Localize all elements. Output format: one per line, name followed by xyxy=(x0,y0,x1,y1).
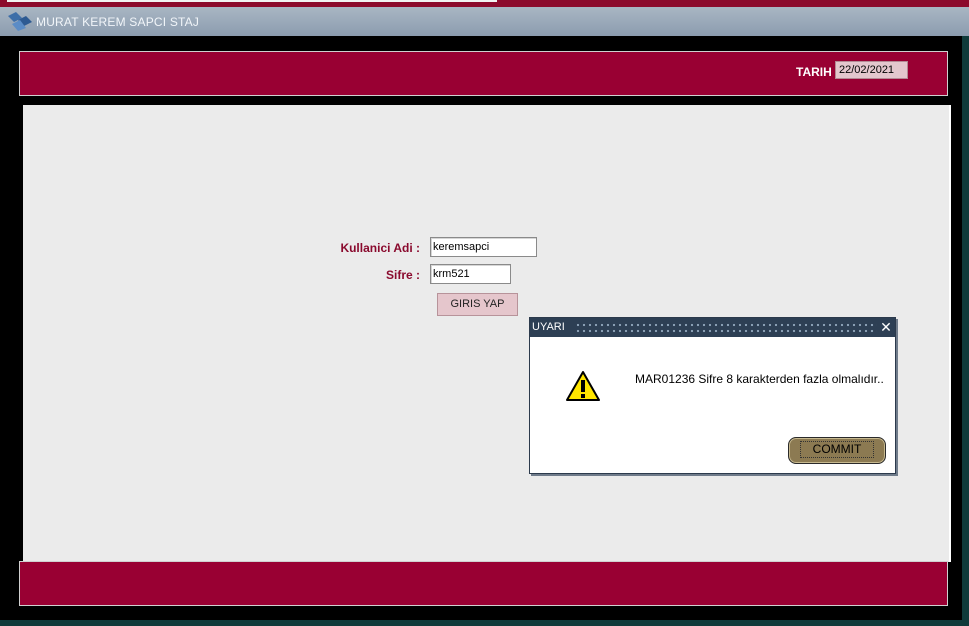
username-field[interactable]: keremsapci xyxy=(430,237,537,257)
alert-titlebar[interactable]: UYARI ✕ xyxy=(530,318,895,337)
date-label: TARIH xyxy=(796,65,832,79)
window-titlebar: MURAT KEREM SAPCI STAJ xyxy=(0,7,969,37)
app-logo-icon xyxy=(8,12,32,31)
alert-title: UYARI xyxy=(532,321,565,333)
warning-icon xyxy=(566,371,600,401)
alert-message: MAR01236 Sifre 8 karakterden fazla olmal… xyxy=(635,372,884,386)
top-strip-highlight xyxy=(7,0,497,2)
commit-button-label: COMMIT xyxy=(799,441,875,458)
alert-dialog: UYARI ✕ MAR01236 Sifre 8 karakterden faz… xyxy=(529,317,896,474)
window-bottom-edge xyxy=(0,620,969,626)
close-icon[interactable]: ✕ xyxy=(879,319,893,335)
username-label: Kullanici Adi : xyxy=(340,241,420,255)
login-button[interactable]: GIRIS YAP xyxy=(437,293,518,316)
commit-button[interactable]: COMMIT xyxy=(788,437,886,464)
alert-titlebar-pattern xyxy=(575,322,877,333)
password-field[interactable]: krm521 xyxy=(430,264,511,284)
footer-band xyxy=(19,561,948,606)
window-title: MURAT KEREM SAPCI STAJ xyxy=(36,15,200,29)
top-strip xyxy=(0,0,969,7)
password-label: Sifre : xyxy=(385,268,420,282)
window-right-edge xyxy=(962,36,969,626)
date-field[interactable]: 22/02/2021 xyxy=(835,61,908,79)
